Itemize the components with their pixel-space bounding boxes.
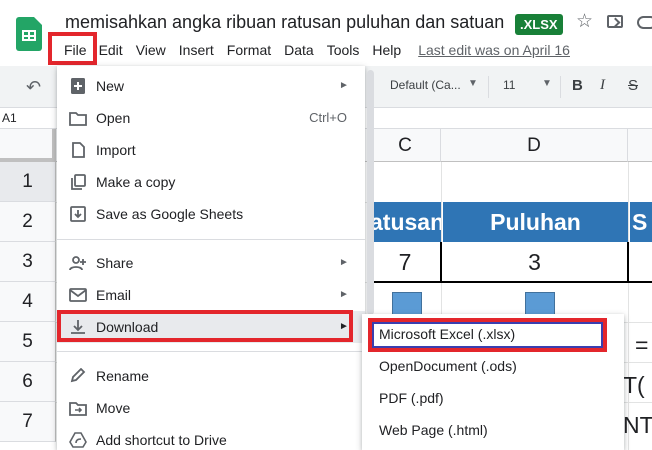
menu-item-import[interactable]: Import (57, 134, 365, 166)
cell-d3[interactable]: 3 (442, 242, 629, 283)
copy-icon (69, 174, 87, 190)
menu-item-label: Move (96, 400, 131, 416)
menu-item-label: Make a copy (96, 174, 176, 190)
menu-item-share[interactable]: Share ► (57, 247, 365, 279)
menu-data[interactable]: Data (284, 42, 314, 58)
submenu-arrow-icon: ► (339, 289, 349, 300)
cell-c3[interactable]: 7 (370, 242, 442, 283)
menu-view[interactable]: View (136, 42, 166, 58)
download-option-label: PDF (.pdf) (379, 390, 444, 406)
row-header-1[interactable]: 1 (0, 162, 56, 202)
download-option-label: OpenDocument (.ods) (379, 358, 517, 374)
font-size-caret-icon[interactable]: ▼ (542, 78, 552, 89)
drive-shortcut-icon (69, 432, 87, 448)
cell-e2[interactable]: S (629, 202, 652, 242)
italic-button[interactable]: I (600, 77, 605, 94)
save-down-icon (69, 206, 87, 222)
download-highlight-box (57, 310, 353, 342)
column-header-c[interactable]: C (370, 129, 441, 162)
menu-item-label: New (96, 78, 125, 94)
menu-insert[interactable]: Insert (179, 42, 214, 58)
menu-item-label: Open (96, 110, 131, 126)
person-add-icon (69, 255, 87, 271)
download-option-ods[interactable]: OpenDocument (.ods) (362, 350, 624, 382)
submenu-arrow-icon: ► (339, 257, 349, 268)
cloud-status-icon[interactable] (637, 16, 652, 29)
cell-e3[interactable] (629, 242, 652, 283)
font-size-select[interactable]: 11 (503, 78, 515, 92)
row-header-6[interactable]: 6 (0, 362, 56, 402)
document-icon (69, 142, 87, 158)
star-icon[interactable]: ☆ (576, 12, 593, 32)
sheets-logo-icon[interactable] (16, 17, 42, 51)
download-option-html[interactable]: Web Page (.html) (362, 414, 624, 446)
column-header-e[interactable] (628, 129, 652, 162)
document-title[interactable]: memisahkan angka ribuan ratusan puluhan … (65, 12, 504, 33)
menu-item-make-a-copy[interactable]: Make a copy (57, 166, 365, 198)
menu-item-save-as-google-sheets[interactable]: Save as Google Sheets (57, 198, 365, 230)
strikethrough-button[interactable]: S (628, 77, 638, 94)
menu-item-label: Save as Google Sheets (96, 206, 244, 222)
pencil-icon (69, 368, 87, 384)
menu-format[interactable]: Format (227, 42, 271, 58)
file-menu-dropdown: New ► Open Ctrl+O Import Make a copy Sav… (57, 66, 365, 450)
row-header-2[interactable]: 2 (0, 202, 56, 242)
select-all-corner[interactable] (0, 129, 56, 162)
menu-item-label: Share (96, 255, 134, 271)
cell-e5-text[interactable]: = (635, 332, 648, 359)
last-edit-link[interactable]: Last edit was on April 16 (418, 42, 570, 58)
cell-d2[interactable]: Puluhan (442, 202, 628, 242)
toolbar-divider (488, 76, 489, 98)
menu-divider (57, 239, 365, 240)
menu-tools[interactable]: Tools (327, 42, 360, 58)
menu-item-new[interactable]: New ► (57, 70, 365, 102)
app-header: memisahkan angka ribuan ratusan puluhan … (0, 0, 652, 66)
menu-item-move[interactable]: Move (57, 392, 365, 424)
file-menu-highlight-box (48, 32, 97, 65)
email-icon (69, 287, 87, 303)
menu-edit[interactable]: Edit (99, 42, 123, 58)
menu-divider (57, 351, 365, 352)
menu-item-label: Import (96, 142, 136, 158)
bold-button[interactable]: B (572, 77, 583, 94)
undo-icon[interactable]: ↶ (26, 77, 41, 98)
toolbar-divider (560, 76, 561, 98)
row-header-5[interactable]: 5 (0, 322, 56, 362)
menu-help[interactable]: Help (372, 42, 401, 58)
menu-scrollbar[interactable] (367, 70, 374, 315)
row-header-3[interactable]: 3 (0, 242, 56, 282)
font-family-select[interactable]: Default (Ca... (390, 78, 461, 92)
name-box[interactable]: A1 (2, 111, 17, 125)
submenu-arrow-icon: ► (339, 80, 349, 91)
column-header-d[interactable]: D (441, 129, 628, 162)
download-option-pdf[interactable]: PDF (.pdf) (362, 382, 624, 414)
row-header-4[interactable]: 4 (0, 282, 56, 322)
cell-c2[interactable]: atusan (370, 202, 441, 242)
row-header-7[interactable]: 7 (0, 402, 56, 442)
move-to-folder-icon[interactable] (607, 15, 623, 28)
menu-item-email[interactable]: Email ► (57, 279, 365, 311)
font-dropdown-caret-icon[interactable]: ▼ (468, 78, 478, 89)
cell-e6-text[interactable]: T( (623, 372, 645, 399)
file-format-badge: .XLSX (515, 14, 563, 35)
menu-item-rename[interactable]: Rename (57, 360, 365, 392)
menu-bar: File Edit View Insert Format Data Tools … (60, 40, 583, 60)
menu-item-label: Rename (96, 368, 149, 384)
move-folder-icon (69, 400, 87, 416)
download-option-label: Web Page (.html) (379, 422, 488, 438)
shortcut-label: Ctrl+O (309, 110, 347, 125)
folder-icon (69, 110, 87, 126)
cell-e7-text[interactable]: NT (623, 412, 652, 439)
menu-item-add-shortcut-to-drive[interactable]: Add shortcut to Drive (57, 424, 365, 450)
menu-item-open[interactable]: Open Ctrl+O (57, 102, 365, 134)
excel-option-focus-ring (372, 322, 603, 348)
menu-item-label: Add shortcut to Drive (96, 432, 227, 448)
menu-item-label: Email (96, 287, 132, 303)
add-icon (69, 78, 87, 94)
